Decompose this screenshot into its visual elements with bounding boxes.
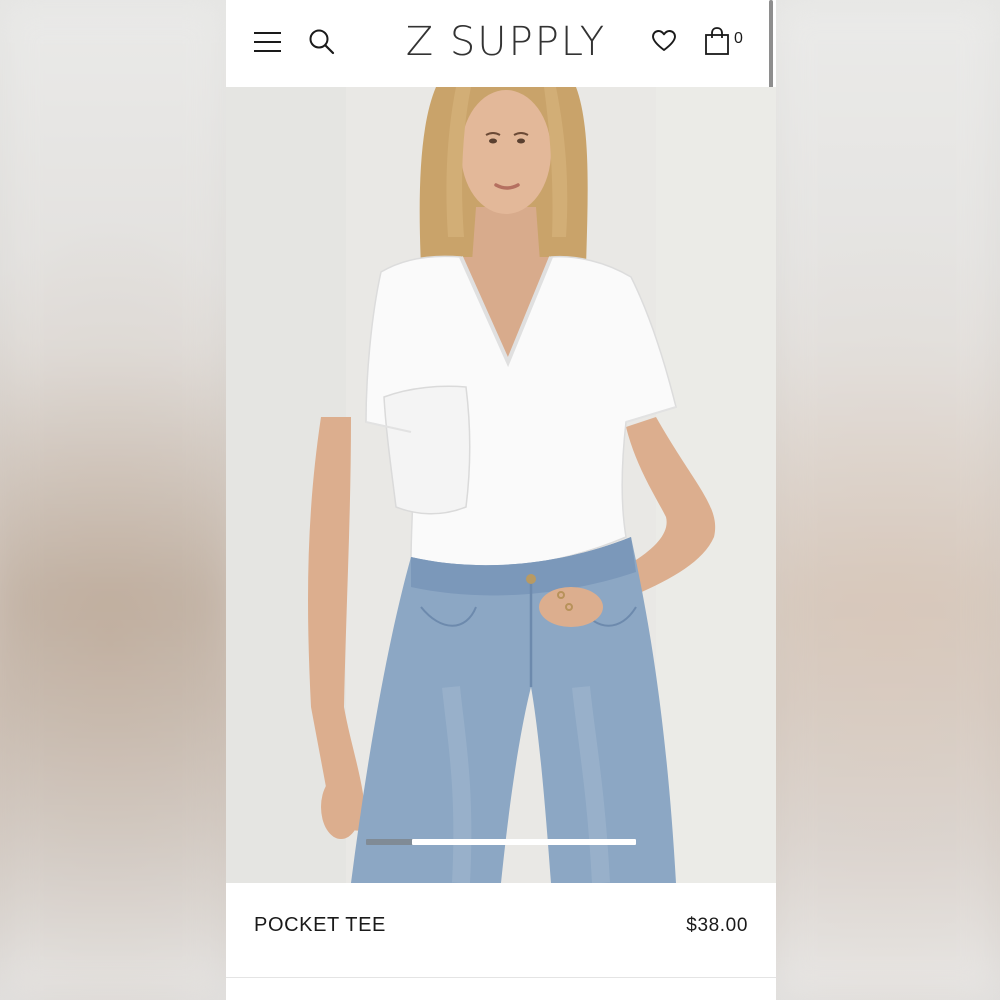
product-name[interactable]: POCKET TEE bbox=[254, 914, 386, 937]
carousel-progress-thumb[interactable] bbox=[412, 839, 636, 845]
product-photo bbox=[226, 87, 776, 883]
background-blur-left bbox=[0, 0, 226, 1000]
product-image[interactable] bbox=[226, 87, 776, 883]
site-header: Z SUPPLY 0 bbox=[226, 0, 776, 130]
shopping-bag-icon bbox=[705, 27, 729, 55]
menu-icon[interactable] bbox=[254, 30, 281, 54]
heart-icon[interactable] bbox=[651, 28, 677, 54]
search-icon[interactable] bbox=[308, 28, 336, 56]
product-price: $38.00 bbox=[686, 915, 748, 936]
background-blur-right bbox=[774, 0, 1000, 1000]
divider bbox=[226, 977, 776, 978]
product-info: POCKET TEE $38.00 bbox=[226, 883, 776, 977]
mobile-page: Z SUPPLY 0 POCKET TEE $38.00 ... bbox=[226, 0, 776, 1000]
cart-button[interactable]: 0 bbox=[704, 26, 754, 58]
below-fold-text: ... bbox=[412, 992, 423, 1000]
carousel-progress[interactable] bbox=[366, 839, 636, 845]
cart-count: 0 bbox=[734, 30, 743, 47]
brand-logo[interactable]: Z SUPPLY bbox=[376, 18, 636, 66]
